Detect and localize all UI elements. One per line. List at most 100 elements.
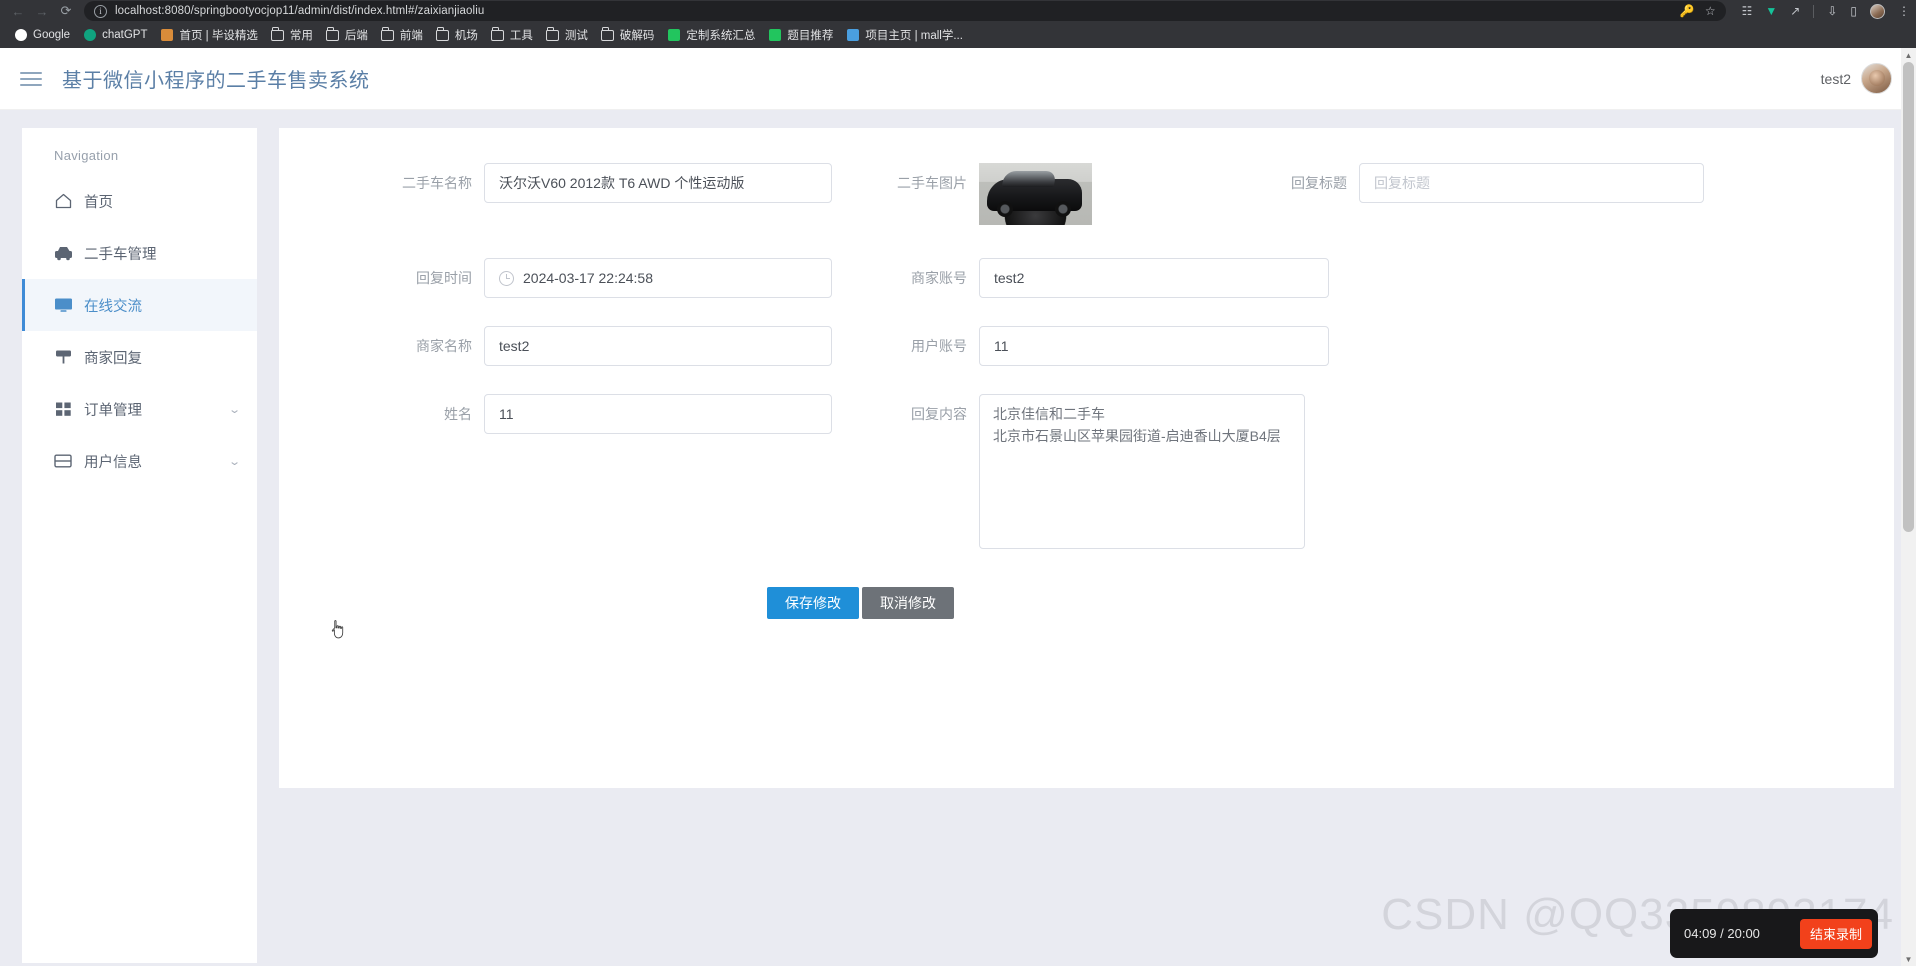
car-roof-shape: [1001, 171, 1057, 187]
bookmark-item[interactable]: 后端: [320, 25, 374, 45]
car-wheel-rear: [1055, 201, 1071, 217]
forward-arrow-icon[interactable]: →: [30, 2, 54, 20]
full-name-input[interactable]: 11: [484, 394, 832, 434]
sidebar-item-6[interactable]: 用户信息 ⌄: [22, 435, 257, 487]
bookmark-item[interactable]: 破解码: [595, 25, 661, 45]
clock-icon: [499, 270, 514, 286]
folder-icon: [381, 26, 395, 42]
car-name-value: 沃尔沃V60 2012款 T6 AWD 个性运动版: [499, 175, 745, 191]
url-text: localhost:8080/springbootyocjop11/admin/…: [115, 5, 485, 17]
bookmark-item[interactable]: Google: [8, 26, 76, 44]
scroll-up-arrow[interactable]: ▲: [1901, 48, 1916, 62]
bookmark-item[interactable]: 测试: [540, 25, 594, 45]
form-row-2: 回复时间 2024-03-17 22:24:58 商家账号 test2: [279, 258, 1894, 298]
chevron-down-icon[interactable]: ⌄: [228, 455, 241, 468]
sidebar: Navigation 首页 二手车管理 在线交流 商家回复 订单管理 ⌄ 用户信息 ⌄: [22, 128, 257, 963]
sidebar-item-label: 用户信息: [84, 454, 142, 471]
browser-url-row: ← → ⟳ i localhost:8080/springbootyocjop1…: [0, 0, 1916, 22]
user-account-value: 11: [994, 338, 1009, 354]
full-name-value: 11: [499, 406, 514, 422]
field-user-account: 用户账号 11: [839, 326, 1479, 366]
main-content-panel: 二手车名称 沃尔沃V60 2012款 T6 AWD 个性运动版 二手车图片 回复…: [279, 128, 1894, 788]
sidebar-item-label: 二手车管理: [84, 246, 157, 263]
share-icon[interactable]: ↗: [1790, 5, 1800, 17]
field-merchant-name: 商家名称 test2: [279, 326, 839, 366]
chatgpt-icon: [83, 28, 97, 42]
bookmark-item[interactable]: 前端: [375, 25, 429, 45]
reload-icon[interactable]: ⟳: [54, 2, 78, 20]
reply-time-input[interactable]: 2024-03-17 22:24:58: [484, 258, 832, 298]
form-actions: 保存修改 取消修改: [279, 587, 1894, 639]
address-bar[interactable]: i localhost:8080/springbootyocjop11/admi…: [84, 1, 1726, 21]
application-window: 基于微信小程序的二手车售卖系统 test2 Navigation 首页 二手车管理…: [0, 48, 1916, 966]
reply-content-textarea[interactable]: 北京佳信和二手车 北京市石景山区苹果园街道-启迪香山大厦B4层: [979, 394, 1305, 549]
folder-icon: [326, 26, 340, 42]
user-avatar-icon[interactable]: [1861, 63, 1892, 94]
reply-title-input[interactable]: 回复标题: [1359, 163, 1704, 203]
bookmark-label: 定制系统汇总: [686, 30, 756, 42]
form-row-4: 姓名 11 回复内容 北京佳信和二手车 北京市石景山区苹果园街道-启迪香山大厦B…: [279, 394, 1894, 549]
sidebar-item-1[interactable]: 首页: [22, 175, 257, 227]
browser-toolbar-right: ☷ ▼ ↗ ⇩ ▯ ⋮: [1732, 3, 1910, 19]
bookmark-item[interactable]: 首页 | 毕设精选: [154, 25, 263, 45]
field-label: 用户账号: [911, 338, 967, 354]
sidebar-item-4[interactable]: 商家回复: [22, 331, 257, 383]
chevron-down-icon[interactable]: ⌄: [228, 403, 241, 416]
folder-icon: [436, 26, 450, 42]
app-body: Navigation 首页 二手车管理 在线交流 商家回复 订单管理 ⌄ 用户信息 ⌄ 二手车…: [0, 110, 1916, 966]
car-name-input[interactable]: 沃尔沃V60 2012款 T6 AWD 个性运动版: [484, 163, 832, 203]
download-icon[interactable]: ⇩: [1827, 5, 1837, 17]
merchant-account-value: test2: [994, 270, 1025, 286]
scroll-down-arrow[interactable]: ▼: [1901, 952, 1916, 966]
grid-icon: [53, 400, 73, 418]
merchant-name-input[interactable]: test2: [484, 326, 832, 366]
user-account-input[interactable]: 11: [979, 326, 1329, 366]
sidebar-item-5[interactable]: 订单管理 ⌄: [22, 383, 257, 435]
bookmarks-bar: Google chatGPT 首页 | 毕设精选 常用 后端 前端 机场 工具 测试 破解码 定制系…: [0, 22, 1916, 48]
field-full-name: 姓名 11: [279, 394, 839, 549]
bookmark-item[interactable]: 常用: [265, 25, 319, 45]
sidebar-item-label: 商家回复: [84, 350, 142, 367]
password-key-icon[interactable]: 🔑: [1680, 5, 1695, 17]
merchant-account-input[interactable]: test2: [979, 258, 1329, 298]
bookmark-item[interactable]: 机场: [430, 25, 484, 45]
site-icon: [667, 28, 681, 42]
bookmark-item[interactable]: 题目推荐: [762, 25, 839, 45]
car-thumbnail-image[interactable]: [979, 163, 1092, 225]
profile-avatar-icon[interactable]: [1870, 3, 1885, 19]
sidebar-item-label: 订单管理: [84, 402, 142, 419]
bookmark-item[interactable]: 定制系统汇总: [661, 25, 761, 45]
field-car-name: 二手车名称 沃尔沃V60 2012款 T6 AWD 个性运动版: [279, 163, 839, 225]
field-label: 姓名: [444, 406, 472, 422]
screen-recorder-widget: 04:09 / 20:00 结束录制: [1670, 909, 1878, 958]
field-car-image: 二手车图片: [839, 163, 1269, 225]
bookmark-star-icon[interactable]: ☆: [1705, 5, 1716, 17]
page-scrollbar[interactable]: ▲ ▼: [1901, 48, 1916, 966]
field-reply-time: 回复时间 2024-03-17 22:24:58: [279, 258, 839, 298]
sidebar-item-3[interactable]: 在线交流: [22, 279, 257, 331]
sidebar-item-2[interactable]: 二手车管理: [22, 227, 257, 279]
site-icon: [768, 28, 782, 42]
form-row-1: 二手车名称 沃尔沃V60 2012款 T6 AWD 个性运动版 二手车图片 回复…: [279, 163, 1894, 225]
vue-devtools-icon[interactable]: ▼: [1765, 5, 1777, 17]
save-button[interactable]: 保存修改: [767, 587, 859, 619]
hamburger-menu-icon[interactable]: [20, 69, 46, 89]
cancel-button[interactable]: 取消修改: [862, 587, 954, 619]
field-reply-title: 回复标题 回复标题: [1269, 163, 1749, 225]
reply-icon: [53, 348, 73, 366]
sidebar-item-label: 首页: [84, 194, 113, 211]
site-info-icon[interactable]: i: [94, 4, 107, 18]
field-label: 回复标题: [1291, 175, 1347, 191]
bookmark-item[interactable]: 工具: [485, 25, 539, 45]
folder-icon: [601, 26, 615, 42]
id-card-icon: [53, 452, 73, 470]
side-panel-icon[interactable]: ▯: [1850, 5, 1857, 17]
bookmark-item[interactable]: 项目主页 | mall学...: [840, 25, 969, 45]
scrollbar-thumb[interactable]: [1903, 62, 1914, 532]
extensions-icon[interactable]: ☷: [1742, 5, 1753, 17]
stop-recording-button[interactable]: 结束录制: [1799, 918, 1872, 949]
back-arrow-icon[interactable]: ←: [6, 2, 30, 20]
chrome-menu-icon[interactable]: ⋮: [1898, 5, 1910, 17]
site-icon: [160, 28, 174, 42]
bookmark-item[interactable]: chatGPT: [77, 26, 153, 44]
